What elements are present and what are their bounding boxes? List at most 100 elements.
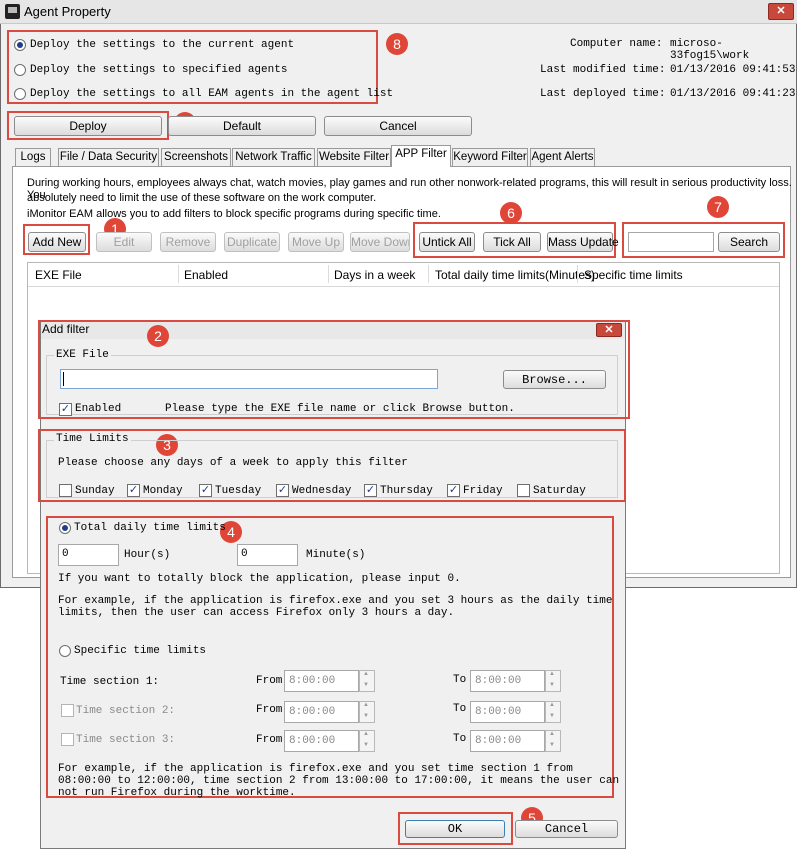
section-2-to-input[interactable]: 8:00:00 xyxy=(470,701,545,723)
specific-limits-label: Specific time limits xyxy=(74,645,207,657)
section-2-from-spinner[interactable] xyxy=(359,701,375,723)
example-1-line-1: For example, if the application is firef… xyxy=(58,595,613,607)
deploy-button[interactable]: Deploy xyxy=(14,116,162,136)
untick-all-button[interactable]: Untick All xyxy=(419,232,475,252)
wednesday-checkbox[interactable]: ✓ xyxy=(276,484,289,497)
mass-update-button[interactable]: Mass Update xyxy=(547,232,619,252)
sunday-label: Sunday xyxy=(75,485,115,497)
duplicate-button[interactable]: Duplicate xyxy=(224,232,280,252)
hours-input[interactable]: 0 xyxy=(58,544,119,566)
app-icon xyxy=(5,4,20,19)
last-deployed-value: 01/13/2016 09:41:23 xyxy=(670,88,796,100)
close-icon[interactable]: ✕ xyxy=(768,3,794,20)
time-section-3-checkbox[interactable] xyxy=(61,733,74,746)
block-hint: If you want to totally block the applica… xyxy=(58,573,461,585)
tab-screenshots[interactable]: Screenshots xyxy=(161,148,231,166)
tuesday-label: Tuesday xyxy=(215,485,262,497)
column-enabled[interactable]: Enabled xyxy=(184,268,228,282)
title-bar xyxy=(0,0,797,24)
section-3-to-input[interactable]: 8:00:00 xyxy=(470,730,545,752)
to-label: To xyxy=(453,733,467,745)
to-label: To xyxy=(453,674,467,686)
column-divider xyxy=(577,265,578,283)
tab-network-traffic[interactable]: Network Traffic xyxy=(232,148,315,166)
move-down-button[interactable]: Move Down xyxy=(350,232,410,252)
deploy-current-radio[interactable] xyxy=(14,39,26,51)
ok-button[interactable]: OK xyxy=(405,820,505,838)
badge-6: 6 xyxy=(500,202,522,224)
dialog-cancel-button[interactable]: Cancel xyxy=(515,820,618,838)
section-1-to-input[interactable]: 8:00:00 xyxy=(470,670,545,692)
minutes-unit: Minute(s) xyxy=(306,549,366,561)
to-label: To xyxy=(453,703,467,715)
days-hint: Please choose any days of a week to appl… xyxy=(58,457,408,469)
add-new-button[interactable]: Add New xyxy=(28,232,86,252)
exe-file-input[interactable] xyxy=(60,369,438,389)
tab-app-filter[interactable]: APP Filter xyxy=(391,145,451,167)
total-limits-radio[interactable] xyxy=(59,522,71,534)
saturday-checkbox[interactable] xyxy=(517,484,530,497)
friday-checkbox[interactable]: ✓ xyxy=(447,484,460,497)
example-2-line-3: not run Firefox during the worktime. xyxy=(58,787,296,799)
section-3-to-spinner[interactable] xyxy=(545,730,561,752)
last-deployed-label: Last deployed time: xyxy=(540,88,666,100)
window-title: Agent Property xyxy=(24,4,111,19)
monday-label: Monday xyxy=(143,485,183,497)
default-button[interactable]: Default xyxy=(168,116,316,136)
saturday-label: Saturday xyxy=(533,485,586,497)
section-2-from-input[interactable]: 8:00:00 xyxy=(284,701,359,723)
last-modified-label: Last modified time: xyxy=(540,64,666,76)
column-days[interactable]: Days in a week xyxy=(334,268,415,282)
time-section-1-label: Time section 1: xyxy=(60,676,160,688)
section-1-to-spinner[interactable] xyxy=(545,670,561,692)
tick-all-button[interactable]: Tick All xyxy=(483,232,541,252)
section-2-to-spinner[interactable] xyxy=(545,701,561,723)
wednesday-label: Wednesday xyxy=(292,485,352,497)
edit-button[interactable]: Edit xyxy=(96,232,152,252)
column-exe-file[interactable]: EXE File xyxy=(35,268,82,282)
remove-button[interactable]: Remove xyxy=(160,232,216,252)
thursday-checkbox[interactable]: ✓ xyxy=(364,484,377,497)
cancel-button[interactable]: Cancel xyxy=(324,116,472,136)
minutes-input[interactable]: 0 xyxy=(237,544,298,566)
example-2-line-1: For example, if the application is firef… xyxy=(58,763,573,775)
description-line-2: absolutely need to limit the use of thes… xyxy=(27,192,377,204)
time-section-3-label: Time section 3: xyxy=(76,734,176,746)
tab-logs[interactable]: Logs xyxy=(15,148,51,166)
time-section-2-checkbox[interactable] xyxy=(61,704,74,717)
move-up-button[interactable]: Move Up xyxy=(288,232,344,252)
deploy-specified-radio[interactable] xyxy=(14,64,26,76)
tuesday-checkbox[interactable]: ✓ xyxy=(199,484,212,497)
from-label: From xyxy=(256,704,283,716)
search-button[interactable]: Search xyxy=(718,232,780,252)
specific-limits-radio[interactable] xyxy=(59,645,71,657)
thursday-label: Thursday xyxy=(380,485,433,497)
deploy-all-radio[interactable] xyxy=(14,88,26,100)
description-line-3: iMonitor EAM allows you to add filters t… xyxy=(27,208,441,220)
friday-label: Friday xyxy=(463,485,503,497)
column-divider xyxy=(178,265,179,283)
section-3-from-spinner[interactable] xyxy=(359,730,375,752)
exe-file-group-label: EXE File xyxy=(54,349,111,361)
badge-7: 7 xyxy=(707,196,729,218)
tab-website-filter[interactable]: Website Filter xyxy=(317,148,391,166)
enabled-checkbox[interactable]: ✓ xyxy=(59,403,72,416)
column-divider xyxy=(328,265,329,283)
tab-agent-alerts[interactable]: Agent Alerts xyxy=(530,148,595,166)
section-3-from-input[interactable]: 8:00:00 xyxy=(284,730,359,752)
monday-checkbox[interactable]: ✓ xyxy=(127,484,140,497)
column-specific-limits[interactable]: Specific time limits xyxy=(584,268,683,282)
deploy-all-label: Deploy the settings to all EAM agents in… xyxy=(30,88,394,100)
search-input[interactable] xyxy=(628,232,714,252)
column-total-limits[interactable]: Total daily time limits(Minutes) xyxy=(435,268,595,282)
tab-file-data-security[interactable]: File / Data Security xyxy=(58,148,159,166)
section-1-from-spinner[interactable] xyxy=(359,670,375,692)
section-1-from-input[interactable]: 8:00:00 xyxy=(284,670,359,692)
sunday-checkbox[interactable] xyxy=(59,484,72,497)
deploy-current-label: Deploy the settings to the current agent xyxy=(30,39,295,51)
browse-button[interactable]: Browse... xyxy=(503,370,606,389)
tab-keyword-filter[interactable]: Keyword Filter xyxy=(452,148,528,166)
from-label: From xyxy=(256,734,283,746)
column-divider xyxy=(428,265,429,283)
time-section-2-label: Time section 2: xyxy=(76,705,176,717)
